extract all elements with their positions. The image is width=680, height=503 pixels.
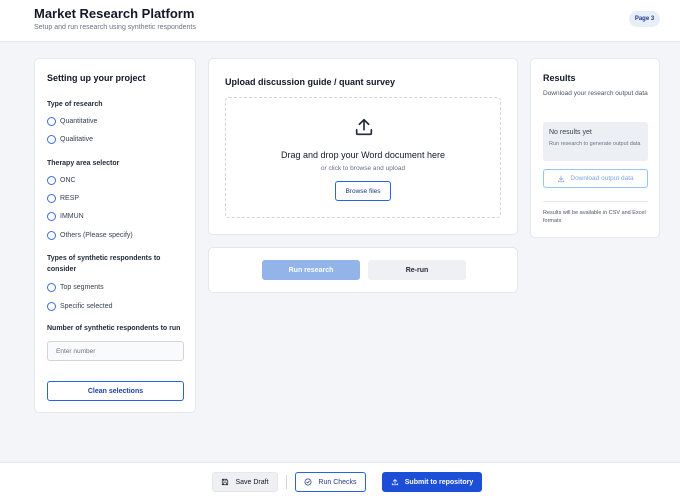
browse-files-button[interactable]: Browse files: [335, 181, 391, 201]
therapy-area-label: Therapy area selector: [47, 160, 120, 167]
research-type-label: Type of research: [47, 101, 103, 108]
radio-qualitative[interactable]: Qualitative: [47, 133, 93, 145]
radio-circle-icon[interactable]: [47, 134, 56, 144]
radio-label: Top segments: [60, 283, 104, 291]
upload-icon: [355, 118, 373, 136]
run-research-button[interactable]: Run research: [262, 260, 360, 280]
respondent-count-input[interactable]: [47, 341, 184, 361]
save-draft-label: Save Draft: [235, 478, 269, 486]
radio-label: RESP: [60, 194, 80, 202]
app-title: Market Research Platform: [34, 6, 195, 21]
respondent-types-label: Types of synthetic respondents to consid…: [47, 255, 161, 273]
dropzone[interactable]: Drag and drop your Word document here or…: [225, 97, 501, 218]
download-output-label: Download output data: [570, 175, 634, 182]
run-checks-button[interactable]: Run Checks: [295, 472, 366, 492]
radio-label: Specific selected: [60, 302, 113, 310]
page-badge: Page 3: [629, 11, 660, 27]
radio-onc[interactable]: ONC: [47, 174, 76, 186]
save-icon: [222, 478, 229, 486]
run-actions-card: Run research Re-run: [208, 247, 518, 293]
results-card: Results Download your research output da…: [530, 58, 660, 238]
upload-card: Upload discussion guide / quant survey D…: [208, 58, 518, 235]
radio-circle-icon[interactable]: [47, 282, 56, 292]
radio-label: ONC: [60, 176, 76, 184]
upload-title: Upload discussion guide / quant survey: [225, 77, 396, 87]
results-subtitle: Download your research output data: [543, 90, 648, 97]
footer-bar: Save Draft Run Checks Submit to reposito…: [0, 462, 680, 503]
empty-results-title: No results yet: [549, 129, 592, 136]
footer-divider: [286, 475, 287, 489]
results-divider: [543, 201, 648, 202]
radio-immun[interactable]: IMMUN: [47, 210, 84, 222]
download-output-button[interactable]: Download output data: [543, 169, 648, 188]
submit-to-repository-button[interactable]: Submit to repository: [382, 472, 482, 492]
radio-circle-icon[interactable]: [47, 175, 56, 185]
radio-circle-icon[interactable]: [47, 193, 56, 203]
radio-others[interactable]: Others (Please specify): [47, 229, 133, 241]
radio-resp[interactable]: RESP: [47, 192, 79, 204]
radio-circle-icon[interactable]: [47, 230, 56, 240]
radio-top-segments[interactable]: Top segments: [47, 281, 104, 293]
radio-circle-icon[interactable]: [47, 211, 56, 221]
dropzone-subtitle: or click to browse and upload: [320, 165, 406, 172]
empty-results-panel: No results yet Run research to generate …: [543, 122, 648, 161]
project-setup-card: Setting up your project Type of research…: [34, 58, 196, 413]
dropzone-title: Drag and drop your Word document here: [281, 150, 445, 160]
radio-circle-icon[interactable]: [47, 301, 56, 311]
clean-selections-button[interactable]: Clean selections: [47, 381, 184, 401]
run-checks-label: Run Checks: [318, 478, 357, 486]
results-format-note: Results will be available in CSV and Exc…: [543, 210, 646, 224]
setup-title: Setting up your project: [47, 73, 146, 83]
radio-label: Others (Please specify): [60, 231, 133, 239]
respondent-count-label: Number of synthetic respondents to run: [47, 325, 181, 332]
radio-label: IMMUN: [60, 212, 84, 220]
radio-label: Qualitative: [60, 135, 94, 143]
empty-results-subtitle: Run research to generate output data: [549, 141, 641, 147]
rerun-button[interactable]: Re-run: [368, 260, 466, 280]
radio-specific-selected[interactable]: Specific selected: [47, 300, 113, 312]
radio-quantitative[interactable]: Quantitative: [47, 115, 97, 127]
app-header: Market Research Platform Setup and run r…: [0, 0, 680, 42]
radio-label: Quantitative: [60, 117, 98, 125]
save-draft-button[interactable]: Save Draft: [212, 472, 278, 492]
radio-circle-icon[interactable]: [47, 116, 56, 126]
submit-label: Submit to repository: [404, 478, 474, 486]
results-title: Results: [543, 73, 576, 83]
app-subtitle: Setup and run research using synthetic r…: [34, 24, 196, 31]
check-circle-icon: [304, 478, 312, 486]
download-icon: [558, 175, 565, 182]
upload-icon: [391, 479, 398, 486]
